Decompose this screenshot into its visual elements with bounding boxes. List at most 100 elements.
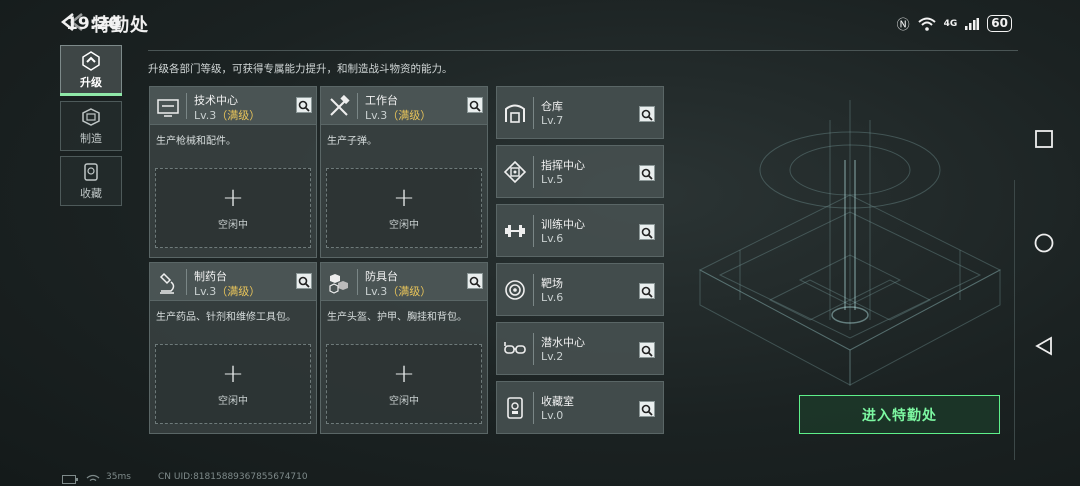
search-icon [298, 100, 310, 112]
facility-level: Lv.0 [541, 409, 564, 422]
home-button[interactable] [1026, 225, 1062, 261]
circle-icon [1034, 233, 1054, 253]
tab-collection[interactable]: 收藏 [60, 156, 122, 206]
dept-card-pharmacy[interactable]: 制药台 Lv.3（满级） 生产药品、针剂和维修工具包。 + 空闲中 [149, 262, 317, 434]
dept-card-tech-center[interactable]: 技术中心 Lv.3（满级） 生产枪械和配件。 + 空闲中 [149, 86, 317, 258]
square-icon [1035, 130, 1053, 148]
card-separator [533, 215, 534, 247]
dept-description: 生产头盔、护甲、胸挂和背包。 [327, 312, 467, 323]
card-header: 工作台 Lv.3（满级） [321, 87, 487, 125]
search-icon [641, 227, 653, 239]
search-icon [298, 276, 310, 288]
page-description: 升级各部门等级，可获得专属能力提升，和制造战斗物资的能力。 [148, 63, 453, 75]
battery-small-icon [62, 475, 78, 484]
magnifier-button[interactable] [467, 97, 483, 113]
card-separator [186, 93, 187, 119]
dept-name: 制药台 [194, 270, 227, 283]
card-separator [533, 156, 534, 188]
tab-manufacture[interactable]: 制造 [60, 101, 122, 151]
facility-card-diving-center[interactable]: 潜水中心 Lv.2 [496, 322, 664, 375]
slot-status: 空闲中 [389, 219, 419, 231]
status-icons: Ⓝ 4G 60 [897, 14, 1012, 33]
magnifier-button[interactable] [296, 97, 312, 113]
microscope-icon [159, 272, 175, 294]
upgrade-icon [82, 50, 100, 71]
max-level-tag: （满级） [216, 285, 261, 298]
triangle-back-icon [1035, 336, 1052, 356]
level-value: Lv.3 [194, 285, 217, 298]
dept-description: 生产子弹。 [327, 136, 377, 147]
card-header: 技术中心 Lv.3（满级） [150, 87, 316, 125]
warehouse-icon [505, 104, 525, 123]
production-slot[interactable]: + 空闲中 [326, 344, 482, 424]
facility-card-training-center[interactable]: 训练中心 Lv.6 [496, 204, 664, 257]
magnifier-button[interactable] [639, 165, 655, 181]
search-icon [641, 345, 653, 357]
facility-card-command-center[interactable]: 指挥中心 Lv.5 [496, 145, 664, 198]
level-value: Lv.3 [365, 109, 388, 122]
back-button[interactable] [1026, 328, 1062, 364]
card-header: 制药台 Lv.3（满级） [150, 263, 316, 301]
dept-level: Lv.3（满级） [365, 107, 431, 123]
dept-description: 生产药品、针剂和维修工具包。 [156, 312, 296, 323]
level-value: Lv.3 [365, 285, 388, 298]
dept-description: 生产枪械和配件。 [156, 136, 236, 147]
search-icon [469, 100, 481, 112]
card-separator [533, 97, 534, 129]
decor-line [1014, 180, 1015, 460]
magnifier-button[interactable] [639, 283, 655, 299]
facility-card-shooting-range[interactable]: 靶场 Lv.6 [496, 263, 664, 316]
production-slot[interactable]: + 空闲中 [155, 168, 311, 248]
plus-icon: + [393, 358, 415, 389]
search-icon [641, 109, 653, 121]
facility-name: 靶场 [541, 277, 563, 290]
magnifier-button[interactable] [639, 106, 655, 122]
recent-apps-button[interactable] [1026, 121, 1062, 157]
goggles-icon [504, 342, 526, 354]
tab-upgrade-label: 升级 [80, 75, 102, 89]
card-separator [533, 274, 534, 306]
dept-name: 技术中心 [194, 94, 238, 107]
magnifier-button[interactable] [467, 273, 483, 289]
search-icon [641, 168, 653, 180]
dumbbell-icon [505, 225, 525, 237]
level-value: Lv.3 [194, 109, 217, 122]
facility-level: Lv.7 [541, 114, 564, 127]
slot-status: 空闲中 [218, 395, 248, 407]
production-slot[interactable]: + 空闲中 [326, 168, 482, 248]
facility-name: 仓库 [541, 100, 563, 113]
max-level-tag: （满级） [387, 109, 432, 122]
plus-icon: + [222, 182, 244, 213]
dept-name: 防具台 [365, 270, 398, 283]
collection-icon [84, 162, 98, 181]
card-separator [533, 392, 534, 424]
plus-icon: + [222, 358, 244, 389]
facility-card-collection-room[interactable]: 收藏室 Lv.0 [496, 381, 664, 434]
tab-upgrade[interactable]: 升级 [60, 45, 122, 95]
active-tab-indicator [60, 93, 122, 96]
battery-indicator: 60 [987, 15, 1012, 32]
magnifier-button[interactable] [639, 342, 655, 358]
magnifier-button[interactable] [639, 224, 655, 240]
trophy-icon [507, 397, 523, 419]
magnifier-button[interactable] [296, 273, 312, 289]
production-slot[interactable]: + 空闲中 [155, 344, 311, 424]
tools-icon [330, 95, 350, 116]
wifi-small-icon [86, 474, 100, 482]
user-uid: CN UID:81815889367855674710 [158, 472, 308, 482]
enter-special-ops-button[interactable]: 进入特勤处 [799, 395, 1000, 434]
card-separator [357, 93, 358, 119]
facility-card-warehouse[interactable]: 仓库 Lv.7 [496, 86, 664, 139]
dept-card-armor[interactable]: 防具台 Lv.3（满级） 生产头盔、护甲、胸挂和背包。 + 空闲中 [320, 262, 488, 434]
ping-value: 35ms [106, 472, 131, 482]
facility-name: 收藏室 [541, 395, 574, 408]
facility-level: Lv.6 [541, 232, 564, 245]
plus-icon: + [393, 182, 415, 213]
facility-name: 训练中心 [541, 218, 585, 231]
card-separator [186, 269, 187, 295]
chip-icon [503, 160, 527, 184]
magnifier-button[interactable] [639, 401, 655, 417]
dept-card-workbench[interactable]: 工作台 Lv.3（满级） 生产子弹。 + 空闲中 [320, 86, 488, 258]
dept-level: Lv.3（满级） [194, 283, 260, 299]
search-icon [641, 286, 653, 298]
